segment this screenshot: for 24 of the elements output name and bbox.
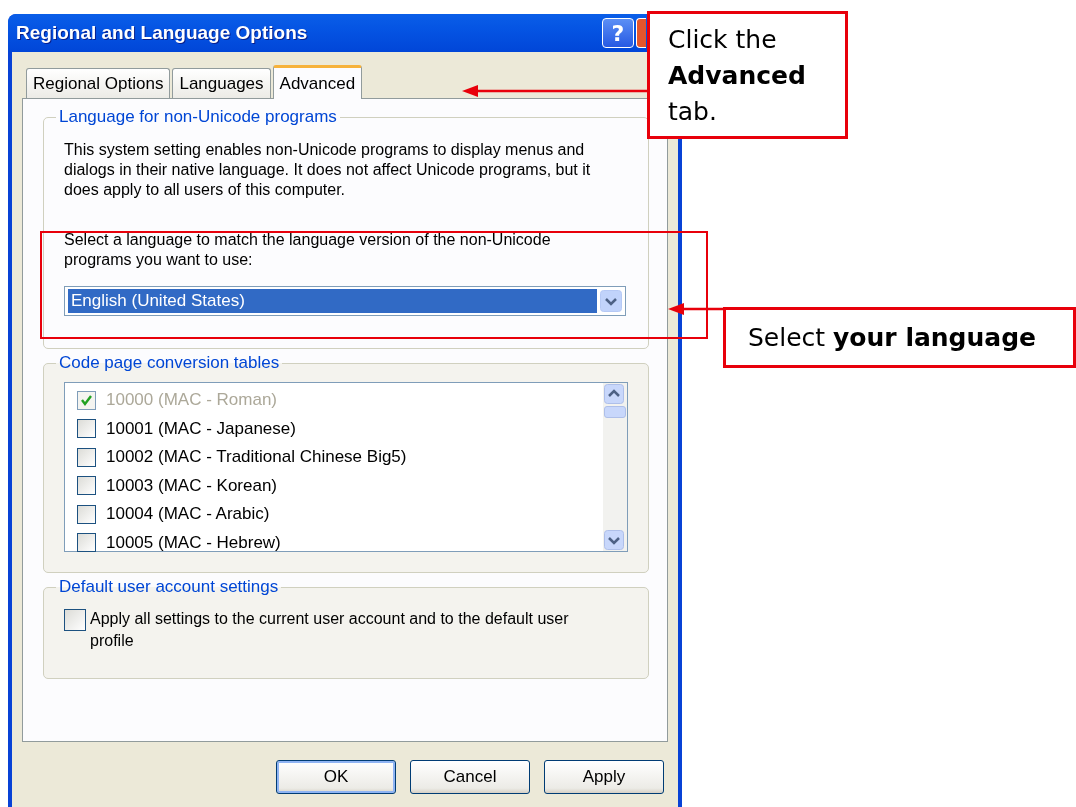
list-item-label: 10000 (MAC - Roman) (106, 390, 277, 411)
checkbox-label[interactable]: Apply all settings to the current user account and to the default user profile (90, 608, 600, 652)
tab[interactable]: Regional Options (26, 68, 171, 98)
list-item-label[interactable]: 10004 (MAC - Arabic) (106, 504, 270, 525)
group-title: Language for non-Unicode programs (56, 107, 340, 127)
dialog-button[interactable]: OK (276, 760, 396, 794)
callout-note: Select your language (723, 307, 1076, 368)
dialog-button[interactable]: Cancel (410, 760, 530, 794)
list-item-label[interactable]: 10003 (MAC - Korean) (106, 475, 278, 496)
language-dropdown[interactable]: English (United States) (64, 286, 626, 316)
list-item-label[interactable]: 10002 (MAC - Traditional Chinese Big5) (106, 447, 407, 468)
list-item-label[interactable]: 10001 (MAC - Japanese) (106, 418, 296, 439)
description-text: This system setting enables non-Unicode programs to display menus and dialogs in their native language. It does not affect Unicode programs, but it does apply to all users of this computer. (64, 140, 592, 200)
help-button[interactable]: ? (602, 18, 634, 48)
dialog-button[interactable]: Apply (544, 760, 664, 794)
dropdown-value: English (United States) (68, 289, 597, 313)
list-item-label[interactable]: 10005 (MAC - Hebrew) (106, 532, 281, 553)
group-title: Code page conversion tables (56, 353, 283, 373)
group-title: Default user account settings (56, 577, 282, 597)
tab[interactable]: Languages (172, 68, 271, 98)
prompt-text: Select a language to match the language version of the non-Unicode programs you want to use: (64, 230, 552, 270)
window-title: Regional and Language Options (16, 22, 309, 44)
callout-note: Click the Advanced tab. (647, 11, 848, 139)
tab[interactable]: Advanced (272, 65, 363, 99)
